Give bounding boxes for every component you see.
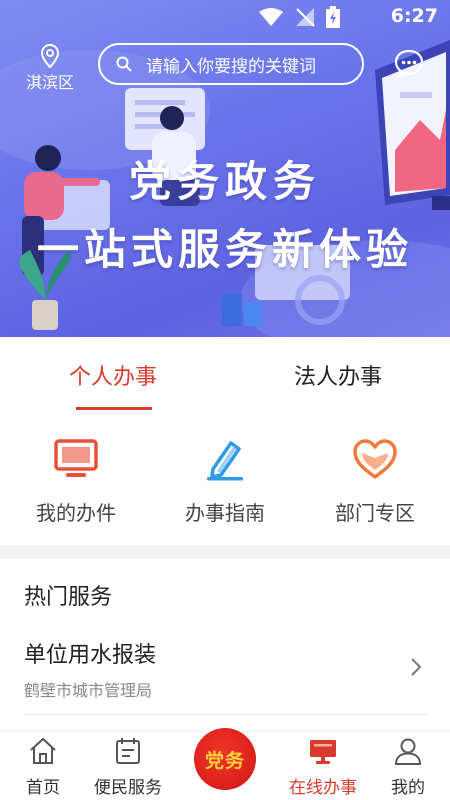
home-icon xyxy=(30,737,56,764)
nav-label: 便民服务 xyxy=(94,778,162,798)
party-emblem-icon: 党务 xyxy=(204,749,245,772)
user-icon xyxy=(394,738,422,765)
nav-online-affairs[interactable]: 在线办事 xyxy=(280,736,366,798)
hot-services: 热门服务 单位用水报装 鹤壁市城市管理局 xyxy=(0,559,450,731)
banner-subheadline: 一站式服务新体验 xyxy=(36,225,413,274)
service-list-item[interactable]: 单位用水报装 鹤壁市城市管理局 xyxy=(24,637,426,713)
status-time: 6:27 xyxy=(390,5,438,27)
bottom-nav: 首页 便民服务 党务 在线办事 我的 xyxy=(0,728,450,800)
calendar-icon xyxy=(116,738,140,764)
service-tabs: 个人办事 法人办事 xyxy=(0,337,450,413)
search-placeholder: 请输入你要搜的关键词 xyxy=(146,56,316,77)
quick-department[interactable]: 部门专区 xyxy=(315,435,435,526)
nav-label: 我的 xyxy=(391,778,425,798)
search-input[interactable]: 请输入你要搜的关键词 xyxy=(98,43,364,85)
status-bar: 6:27 xyxy=(0,0,450,34)
section-divider xyxy=(0,545,450,559)
quick-label: 部门专区 xyxy=(335,501,415,525)
quick-label: 办事指南 xyxy=(185,501,265,525)
location-selector[interactable]: 淇滨区 xyxy=(22,44,78,93)
nav-label: 在线办事 xyxy=(289,778,357,798)
quick-guide[interactable]: 办事指南 xyxy=(165,435,285,526)
status-icons xyxy=(258,6,340,28)
chat-bubble-icon xyxy=(394,49,424,79)
tab-corporate[interactable]: 法人办事 xyxy=(263,359,413,391)
quick-entries: 我的办件 办事指南 部门专区 xyxy=(0,413,450,545)
service-department: 鹤壁市城市管理局 xyxy=(24,681,153,700)
nav-mine[interactable]: 我的 xyxy=(384,736,432,798)
monitor-icon xyxy=(310,740,336,764)
nav-party-affairs[interactable]: 党务 xyxy=(194,728,256,790)
service-name: 单位用水报装 xyxy=(24,643,157,668)
monitor-icon xyxy=(54,439,98,477)
nav-home[interactable]: 首页 xyxy=(18,736,68,798)
message-button[interactable] xyxy=(394,48,424,82)
search-icon xyxy=(116,56,132,72)
chevron-right-icon xyxy=(411,658,422,676)
heart-icon xyxy=(353,439,397,479)
location-pin-icon xyxy=(41,44,59,68)
section-title: 热门服务 xyxy=(24,585,113,610)
hero-banner[interactable]: 6:27 淇滨区 请输入你要搜的关键词 党务政务 一站式服务新体验 xyxy=(0,0,450,337)
quick-label: 我的办件 xyxy=(36,501,116,525)
banner-headline: 党务政务 xyxy=(128,157,321,206)
wifi-icon xyxy=(259,8,283,26)
quick-my-cases[interactable]: 我的办件 xyxy=(16,435,136,526)
battery-icon xyxy=(326,6,340,28)
pen-icon xyxy=(207,441,243,481)
tab-personal[interactable]: 个人办事 xyxy=(38,359,188,391)
active-tab-indicator xyxy=(76,407,152,410)
list-divider xyxy=(24,714,428,715)
location-label: 淇滨区 xyxy=(25,73,74,92)
no-signal-icon xyxy=(296,8,315,27)
nav-services[interactable]: 便民服务 xyxy=(88,736,168,798)
nav-label: 首页 xyxy=(26,778,60,798)
